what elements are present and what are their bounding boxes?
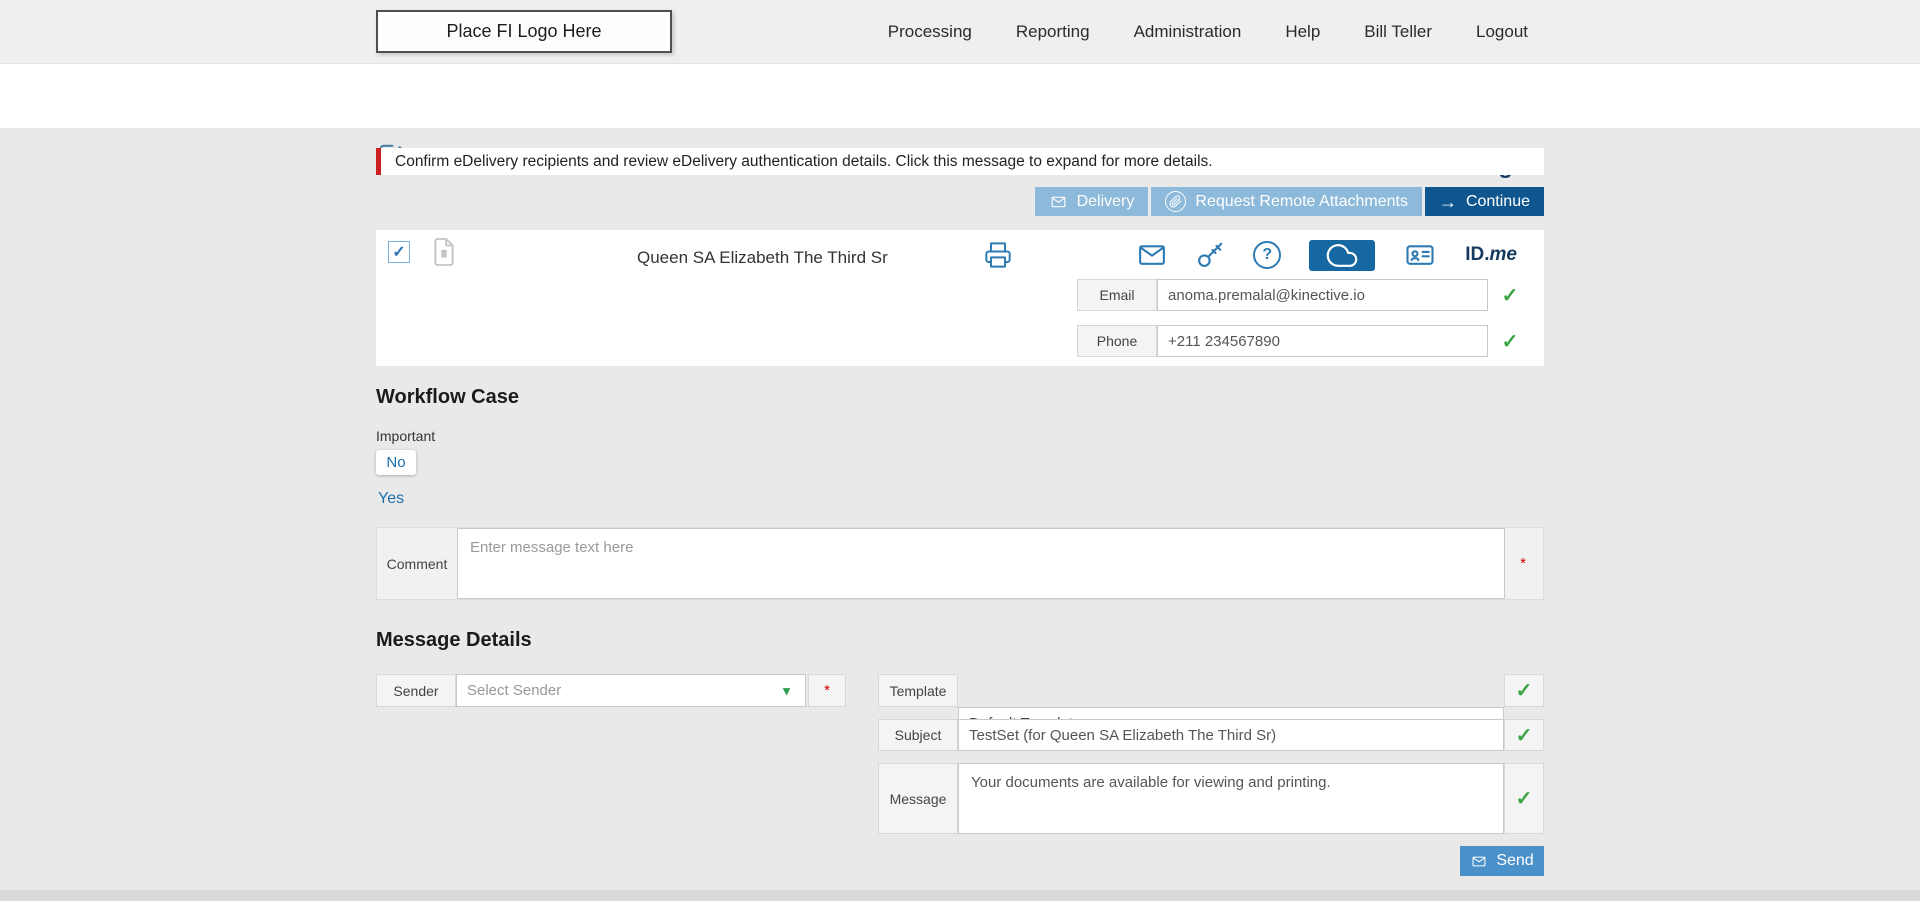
recipient-name: Queen SA Elizabeth The Third Sr (637, 248, 888, 267)
nav-processing[interactable]: Processing (888, 22, 972, 42)
subject-label: Subject (878, 719, 958, 751)
message-textarea[interactable]: Your documents are available for viewing… (958, 763, 1504, 834)
nav-logout[interactable]: Logout (1476, 22, 1528, 42)
nav-help[interactable]: Help (1285, 22, 1320, 42)
document-icon (431, 236, 457, 268)
top-nav: Processing Reporting Administration Help… (888, 0, 1528, 64)
recipient-checkbox[interactable]: ✓ (388, 241, 410, 263)
sender-placeholder: Select Sender (467, 682, 562, 699)
envelope-icon (1049, 194, 1068, 210)
footer-strip (0, 890, 1920, 901)
sender-select[interactable]: Select Sender ▼ (456, 674, 806, 707)
send-button-label: Send (1496, 852, 1534, 869)
phone-input[interactable] (1157, 325, 1488, 357)
delivery-button-label: Delivery (1076, 192, 1135, 210)
phone-valid-check-icon: ✓ (1501, 330, 1519, 353)
subject-input[interactable] (958, 719, 1504, 751)
template-label: Template (878, 674, 958, 707)
fi-logo-placeholder: Place FI Logo Here (376, 10, 672, 53)
template-valid-check-icon: ✓ (1504, 674, 1544, 707)
email-input[interactable] (1157, 279, 1488, 311)
request-remote-attachments-button[interactable]: Request Remote Attachments (1151, 187, 1422, 216)
message-details-heading: Message Details (376, 629, 532, 651)
important-option-yes[interactable]: Yes (378, 490, 404, 508)
printer-icon[interactable] (984, 241, 1012, 269)
nav-user[interactable]: Bill Teller (1364, 22, 1432, 42)
comment-row: Comment * (376, 527, 1544, 600)
sender-label: Sender (376, 674, 456, 707)
send-envelope-icon (1470, 854, 1488, 869)
comment-label: Comment (386, 555, 448, 572)
nav-administration[interactable]: Administration (1134, 22, 1242, 42)
arrow-right-icon: → (1438, 191, 1457, 212)
sender-required-cell: * (808, 674, 846, 707)
comment-textarea[interactable] (457, 528, 1505, 599)
sender-required-marker: * (824, 682, 830, 699)
edelivery-alert-banner[interactable]: Confirm eDelivery recipients and review … (376, 148, 1544, 175)
recipient-card: ✓ Queen SA Elizabeth The Third Sr ? ID.m… (376, 230, 1544, 366)
top-bar: Place FI Logo Here Processing Reporting … (0, 0, 1920, 64)
id-card-icon[interactable] (1403, 240, 1437, 270)
alert-text: Confirm eDelivery recipients and review … (395, 152, 1213, 170)
fi-logo-text: Place FI Logo Here (446, 21, 602, 41)
nav-reporting[interactable]: Reporting (1016, 22, 1090, 42)
send-button[interactable]: Send (1460, 846, 1544, 876)
key-auth-icon[interactable] (1195, 240, 1225, 270)
message-label: Message (878, 763, 958, 834)
important-field-label: Important (376, 428, 436, 444)
email-auth-icon[interactable] (1137, 240, 1167, 270)
continue-button[interactable]: → Continue (1424, 187, 1544, 216)
email-label: Email (1077, 279, 1157, 311)
header-bar: eSignature Management i Kinective Sign (0, 64, 1920, 179)
request-remote-attachments-label: Request Remote Attachments (1195, 192, 1408, 210)
cloud-auth-icon-selected[interactable] (1309, 239, 1376, 271)
paperclip-icon (1165, 191, 1187, 212)
phone-label: Phone (1077, 325, 1157, 357)
workflow-case-heading: Workflow Case (376, 386, 519, 408)
subject-valid-check-icon: ✓ (1504, 719, 1544, 751)
chevron-down-icon: ▼ (780, 683, 793, 698)
delivery-button[interactable]: Delivery (1034, 187, 1149, 216)
comment-required-marker: * (1520, 555, 1526, 572)
security-question-icon[interactable]: ? (1253, 241, 1282, 269)
important-option-no[interactable]: No (376, 450, 416, 475)
idme-logo[interactable]: ID.me (1465, 244, 1517, 266)
message-valid-check-icon: ✓ (1504, 763, 1544, 834)
auth-method-row: ? ID.me (1137, 234, 1517, 276)
continue-button-label: Continue (1465, 192, 1530, 210)
action-toolbar: Delivery Request Remote Attachments → Co… (376, 187, 1544, 216)
email-valid-check-icon: ✓ (1501, 284, 1519, 307)
